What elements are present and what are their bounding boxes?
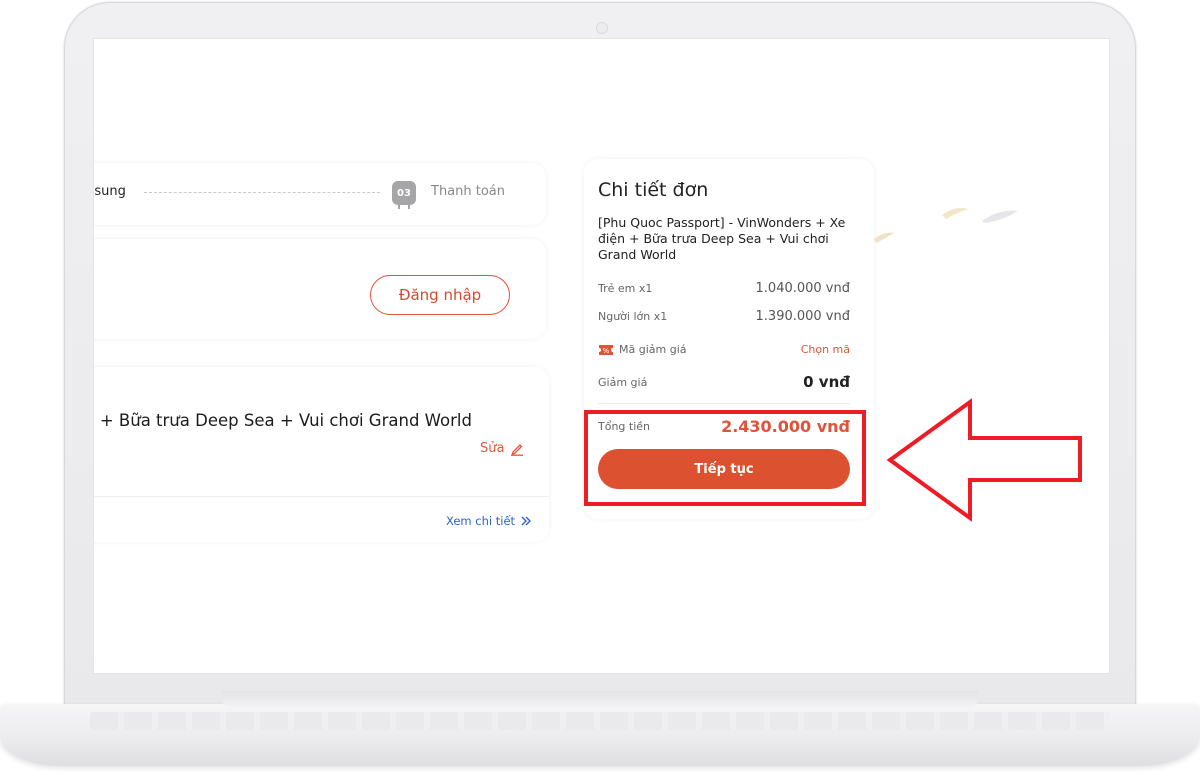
view-detail-label: Xem chi tiết	[446, 514, 516, 528]
line-item-value: 1.040.000 vnđ	[755, 281, 850, 296]
keyboard-area	[90, 712, 1110, 730]
edit-pencil-icon	[511, 443, 524, 456]
discount-label: Giảm giá	[598, 375, 648, 389]
view-detail-link[interactable]: Xem chi tiết	[446, 514, 532, 528]
login-button[interactable]: Đăng nhập	[370, 275, 510, 315]
line-item-child: Trẻ em x1 1.040.000 vnđ	[598, 281, 850, 296]
decorative-shapes	[874, 207, 1018, 243]
discount-row: Giảm giá 0 vnđ	[598, 373, 850, 391]
product-card: ện + Bữa trưa Deep Sea + Vui chơi Grand …	[93, 367, 549, 542]
double-chevron-right-icon	[521, 516, 532, 526]
coupon-ticket-icon: %	[599, 344, 613, 355]
step-current-label: Thanh toán	[431, 184, 506, 199]
annotation-arrow-left	[886, 398, 1082, 522]
order-title: Chi tiết đơn	[598, 179, 709, 201]
edit-label: Sửa	[480, 441, 505, 456]
step-number: 03	[397, 187, 411, 199]
divider	[598, 403, 850, 404]
line-item-value: 1.390.000 vnđ	[755, 309, 850, 324]
line-item-label: Trẻ em x1	[598, 282, 653, 295]
login-card: Đăng nhập	[94, 239, 546, 339]
discount-value: 0 vnđ	[803, 373, 850, 391]
coupon-row: % Mã giảm giá Chọn mã	[598, 343, 850, 356]
laptop-base-notch	[222, 691, 978, 707]
coupon-label-group: % Mã giảm giá	[598, 343, 687, 356]
coupon-label: Mã giảm giá	[619, 343, 687, 356]
screen: bổ sung 03 Thanh toán Đăng nhập ện + Bữa…	[93, 38, 1110, 674]
line-item-label: Người lớn x1	[598, 310, 668, 323]
product-title: ện + Bữa trưa Deep Sea + Vui chơi Grand …	[93, 411, 472, 430]
step-connector	[144, 192, 380, 193]
edit-button[interactable]: Sửa	[480, 441, 524, 456]
camera-dot	[596, 22, 608, 34]
checkout-steps: bổ sung 03 Thanh toán	[94, 163, 546, 225]
step-previous-label: bổ sung	[94, 184, 126, 199]
highlight-box	[584, 410, 866, 506]
step-bus-icon: 03	[392, 181, 416, 209]
choose-coupon-link[interactable]: Chọn mã	[801, 343, 850, 356]
order-product-name: [Phu Quoc Passport] - VinWonders + Xe đi…	[598, 215, 846, 262]
line-item-adult: Người lớn x1 1.390.000 vnđ	[598, 309, 850, 324]
divider	[94, 496, 549, 497]
svg-text:%: %	[603, 347, 610, 355]
